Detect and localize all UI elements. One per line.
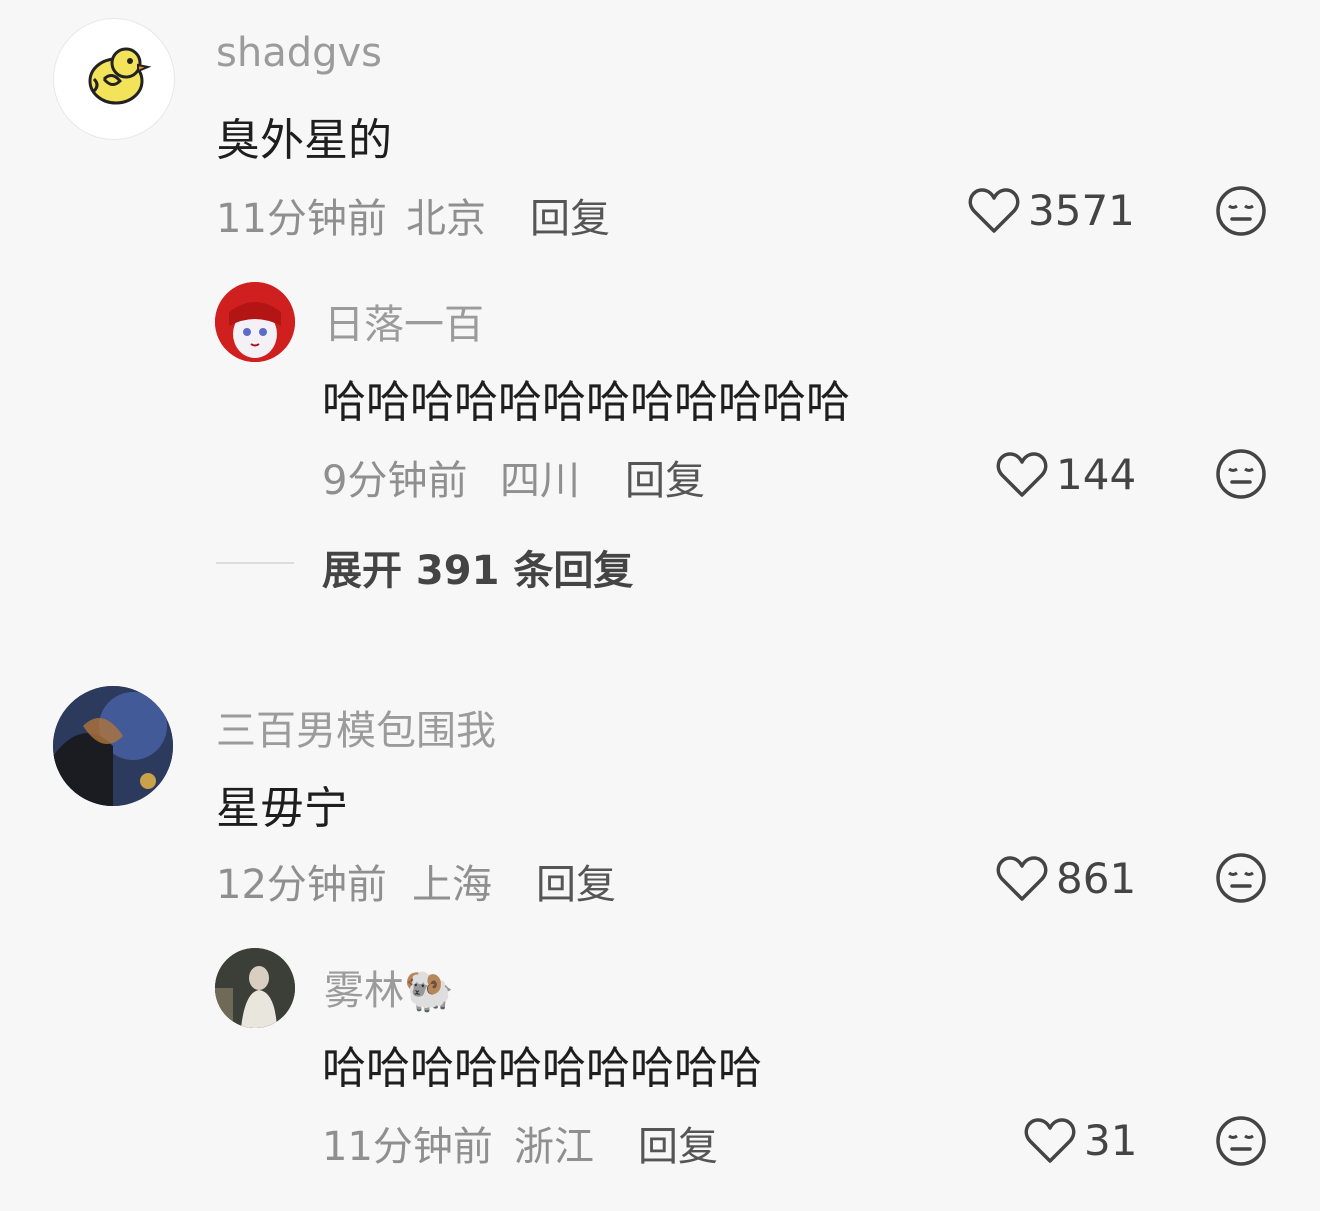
like-count: 144 bbox=[1056, 450, 1137, 499]
meh-face-icon[interactable] bbox=[1215, 185, 1267, 237]
reply-location: 浙江 bbox=[514, 1124, 594, 1170]
like-button[interactable]: 3571 bbox=[968, 186, 1135, 235]
username[interactable]: 三百男模包围我 bbox=[216, 698, 496, 756]
reply-avatar[interactable] bbox=[215, 282, 295, 362]
reply-button[interactable]: 回复 bbox=[625, 448, 705, 506]
reply-avatar[interactable] bbox=[215, 948, 295, 1028]
username[interactable]: shadgvs bbox=[216, 30, 382, 76]
avatar[interactable] bbox=[53, 686, 173, 806]
comment-time: 12分钟前 bbox=[216, 862, 387, 908]
comment-time: 11分钟前 bbox=[216, 196, 387, 242]
reply-text: 哈哈哈哈哈哈哈哈哈哈 bbox=[322, 1043, 762, 1094]
like-count: 3571 bbox=[1028, 186, 1135, 235]
reply-location: 四川 bbox=[500, 458, 580, 504]
chick-icon bbox=[88, 47, 152, 105]
reply-button[interactable]: 回复 bbox=[530, 186, 610, 244]
comment-text: 星毋宁 bbox=[216, 783, 348, 834]
like-button[interactable]: 144 bbox=[996, 450, 1136, 499]
avatar[interactable] bbox=[53, 18, 175, 140]
comment-location: 上海 bbox=[412, 862, 492, 908]
expand-replies-button[interactable]: 展开 391 条回复 bbox=[322, 538, 633, 596]
reply-button[interactable]: 回复 bbox=[536, 852, 616, 910]
expand-divider bbox=[216, 562, 294, 564]
heart-icon bbox=[968, 187, 1020, 233]
like-count: 861 bbox=[1056, 854, 1137, 903]
like-button[interactable]: 31 bbox=[1024, 1116, 1137, 1165]
reply-username[interactable]: 雾林🐏 bbox=[324, 958, 454, 1016]
avatar-photo bbox=[53, 686, 173, 806]
avatar-illustration bbox=[215, 282, 295, 362]
meh-face-icon[interactable] bbox=[1215, 852, 1267, 904]
reply-time: 11分钟前 bbox=[322, 1124, 493, 1170]
like-count: 31 bbox=[1084, 1116, 1138, 1165]
reply-username[interactable]: 日落一百 bbox=[324, 292, 484, 350]
comment-text: 臭外星的 bbox=[216, 115, 392, 166]
reply-time: 9分钟前 bbox=[322, 458, 468, 504]
heart-icon bbox=[1024, 1117, 1076, 1163]
heart-icon bbox=[996, 855, 1048, 901]
avatar-photo bbox=[215, 948, 295, 1028]
meh-face-icon[interactable] bbox=[1215, 1115, 1267, 1167]
reply-text: 哈哈哈哈哈哈哈哈哈哈哈哈 bbox=[322, 377, 850, 428]
comment-location: 北京 bbox=[406, 196, 486, 242]
reply-button[interactable]: 回复 bbox=[638, 1114, 718, 1172]
meh-face-icon[interactable] bbox=[1215, 448, 1267, 500]
like-button[interactable]: 861 bbox=[996, 854, 1136, 903]
heart-icon bbox=[996, 451, 1048, 497]
